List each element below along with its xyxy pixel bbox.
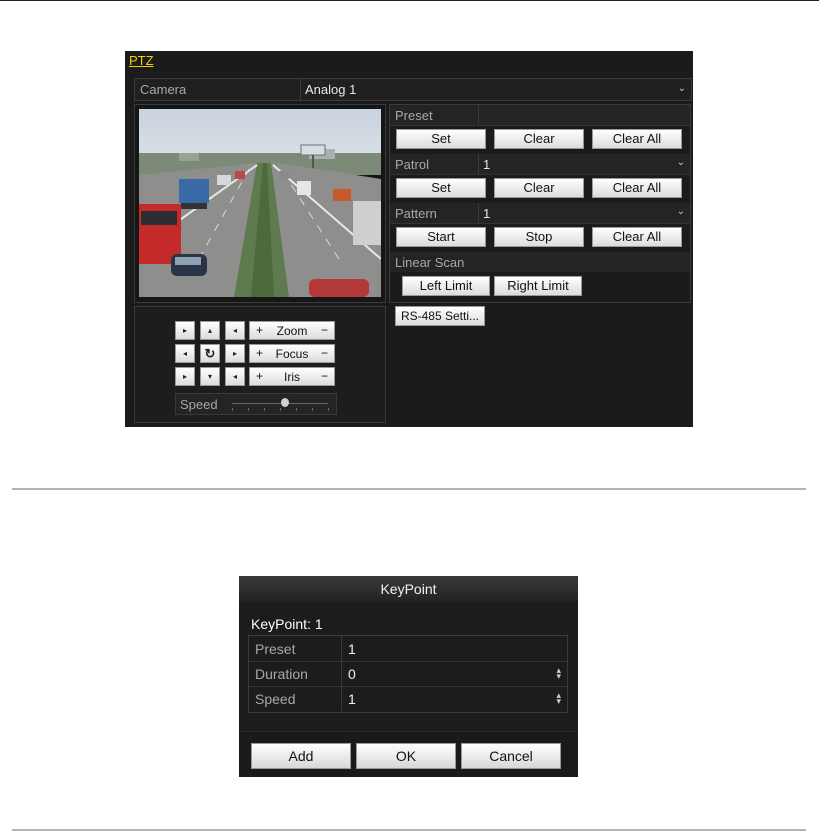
pan-left-button[interactable]: ◂ bbox=[175, 344, 195, 363]
tilt-up-button[interactable]: ▴ bbox=[200, 321, 220, 340]
top-divider bbox=[0, 0, 819, 1]
add-button[interactable]: Add bbox=[251, 743, 351, 769]
field-value: 1 bbox=[348, 641, 356, 657]
divider bbox=[300, 79, 301, 100]
ptz-control-pad: ▸ ▴ ◂ ◂ ↻ ▸ ▸ ▾ ◂ + Zoom − + Focus − + I… bbox=[134, 306, 386, 423]
pattern-start-button[interactable]: Start bbox=[396, 227, 486, 247]
focus-far-button[interactable]: − bbox=[321, 346, 328, 360]
camera-select[interactable]: Camera Analog 1 ⌄ bbox=[134, 78, 692, 101]
section-divider bbox=[12, 488, 806, 490]
arrow-down-icon: ▾ bbox=[207, 372, 212, 381]
camera-live-image bbox=[139, 109, 381, 297]
cancel-button[interactable]: Cancel bbox=[461, 743, 561, 769]
preset-row: Preset bbox=[390, 105, 690, 126]
right-limit-button[interactable]: Right Limit bbox=[494, 276, 582, 296]
camera-label: Camera bbox=[140, 82, 187, 97]
linear-scan-row: Linear Scan bbox=[390, 252, 690, 272]
ok-button[interactable]: OK bbox=[356, 743, 456, 769]
preset-clear-all-button[interactable]: Clear All bbox=[592, 129, 682, 149]
slider-tick bbox=[232, 408, 233, 411]
linear-scan-label: Linear Scan bbox=[395, 255, 465, 270]
slider-tick bbox=[264, 408, 265, 411]
speed-slider-knob[interactable] bbox=[280, 398, 289, 407]
divider bbox=[341, 686, 342, 711]
pan-down-left-button[interactable]: ▸ bbox=[175, 367, 195, 386]
arrow-up-icon: ▴ bbox=[207, 326, 212, 335]
preset-field[interactable]: Preset 1 bbox=[249, 636, 567, 662]
slider-tick bbox=[248, 408, 249, 411]
iris-control: + Iris − bbox=[249, 367, 335, 386]
keypoint-number: KeyPoint: 1 bbox=[251, 616, 323, 632]
ptz-title: PTZ bbox=[129, 53, 154, 68]
arrow-down-right-icon: ◂ bbox=[232, 372, 237, 381]
chevron-down-icon: ⌄ bbox=[677, 83, 686, 94]
patrol-select[interactable]: Patrol 1 ⌄ bbox=[390, 154, 690, 175]
patrol-clear-all-button[interactable]: Clear All bbox=[592, 178, 682, 198]
duration-field[interactable]: Duration 0 ▴ ▾ bbox=[249, 661, 567, 687]
rotate-icon: ↻ bbox=[204, 346, 216, 361]
speed-field[interactable]: Speed 1 ▴ ▾ bbox=[249, 686, 567, 711]
arrow-left-icon: ◂ bbox=[182, 349, 187, 358]
pattern-value: 1 bbox=[483, 206, 491, 221]
divider bbox=[341, 636, 342, 661]
chevron-down-icon: ⌄ bbox=[676, 206, 685, 217]
live-view-frame bbox=[134, 104, 386, 303]
tilt-down-button[interactable]: ▾ bbox=[200, 367, 220, 386]
field-value: 1 bbox=[348, 691, 356, 707]
pattern-stop-button[interactable]: Stop bbox=[494, 227, 584, 247]
ptz-settings-panel: Preset Set Clear Clear All Patrol 1 ⌄ Se… bbox=[389, 104, 691, 303]
pan-up-left-button[interactable]: ▸ bbox=[175, 321, 195, 340]
rs485-settings-button[interactable]: RS-485 Setti... bbox=[395, 306, 485, 326]
divider bbox=[478, 154, 479, 174]
zoom-out-button[interactable]: − bbox=[321, 323, 328, 337]
left-limit-button[interactable]: Left Limit bbox=[402, 276, 490, 296]
arrow-right-icon: ▸ bbox=[232, 349, 237, 358]
zoom-control: + Zoom − bbox=[249, 321, 335, 340]
patrol-clear-button[interactable]: Clear bbox=[494, 178, 584, 198]
pan-up-right-button[interactable]: ◂ bbox=[225, 321, 245, 340]
slider-tick bbox=[328, 408, 329, 411]
divider bbox=[478, 203, 479, 223]
pan-down-right-button[interactable]: ◂ bbox=[225, 367, 245, 386]
pan-right-button[interactable]: ▸ bbox=[225, 344, 245, 363]
divider bbox=[341, 661, 342, 686]
keypoint-dialog: KeyPoint KeyPoint: 1 Preset 1 Duration 0… bbox=[239, 576, 578, 777]
auto-scan-button[interactable]: ↻ bbox=[200, 344, 220, 363]
arrow-down-left-icon: ▸ bbox=[182, 372, 187, 381]
iris-close-button[interactable]: − bbox=[321, 369, 328, 383]
pattern-label: Pattern bbox=[395, 206, 437, 221]
patrol-label: Patrol bbox=[395, 157, 429, 172]
ptz-panel: PTZ Camera Analog 1 ⌄ ▸ ▴ ◂ ◂ ↻ ▸ ▸ ▾ ◂ … bbox=[125, 51, 693, 427]
dialog-footer: Add OK Cancel bbox=[239, 731, 578, 777]
field-label: Duration bbox=[255, 666, 308, 682]
preset-label: Preset bbox=[395, 108, 433, 123]
bottom-divider bbox=[12, 829, 806, 831]
spinner-icon[interactable]: ▴ ▾ bbox=[556, 691, 561, 706]
divider bbox=[478, 105, 479, 125]
pattern-select[interactable]: Pattern 1 ⌄ bbox=[390, 203, 690, 224]
patrol-set-button[interactable]: Set bbox=[396, 178, 486, 198]
pattern-clear-all-button[interactable]: Clear All bbox=[592, 227, 682, 247]
slider-tick bbox=[296, 408, 297, 411]
slider-tick bbox=[312, 408, 313, 411]
speed-control: Speed bbox=[175, 393, 337, 415]
arrow-up-right-icon: ◂ bbox=[232, 326, 237, 335]
spinner-icon[interactable]: ▴ ▾ bbox=[556, 666, 561, 681]
preset-clear-button[interactable]: Clear bbox=[494, 129, 584, 149]
speed-label: Speed bbox=[180, 397, 218, 412]
field-label: Preset bbox=[255, 641, 296, 657]
preset-set-button[interactable]: Set bbox=[396, 129, 486, 149]
field-label: Speed bbox=[255, 691, 296, 707]
camera-value: Analog 1 bbox=[305, 82, 357, 97]
focus-control: + Focus − bbox=[249, 344, 335, 363]
patrol-value: 1 bbox=[483, 157, 491, 172]
chevron-down-icon: ⌄ bbox=[676, 157, 685, 168]
dialog-title: KeyPoint bbox=[239, 576, 578, 602]
field-value: 0 bbox=[348, 666, 356, 682]
slider-tick bbox=[280, 408, 281, 411]
arrow-up-left-icon: ▸ bbox=[182, 326, 187, 335]
speed-slider-track[interactable] bbox=[232, 403, 328, 404]
keypoint-settings-table: Preset 1 Duration 0 ▴ ▾ Speed 1 ▴ ▾ bbox=[248, 635, 568, 713]
